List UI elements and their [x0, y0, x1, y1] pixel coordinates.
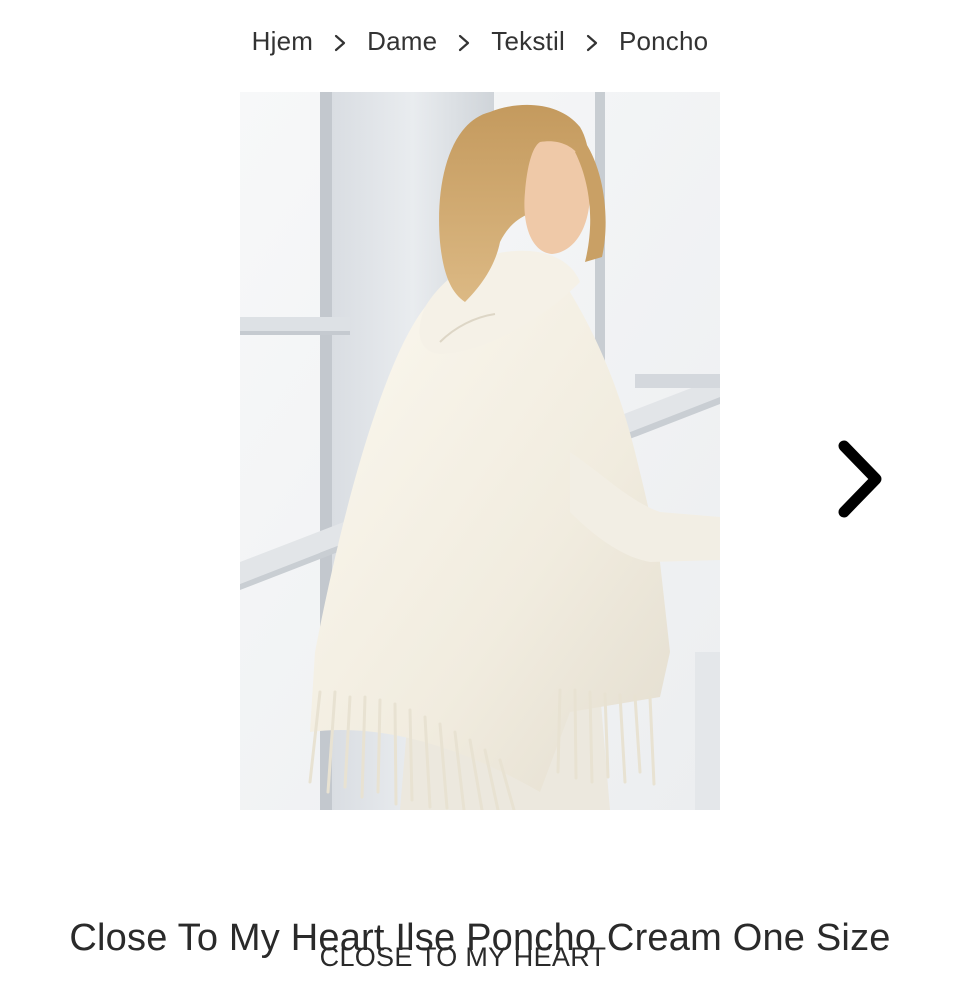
- product-image-gallery[interactable]: [240, 92, 720, 810]
- chevron-right-icon: [838, 440, 882, 518]
- breadcrumb-item-poncho[interactable]: Poncho: [619, 26, 708, 57]
- product-brand-link[interactable]: CLOSE TO MY HEART: [0, 942, 926, 973]
- breadcrumb-item-dame[interactable]: Dame: [367, 26, 437, 57]
- next-image-button[interactable]: [832, 438, 888, 520]
- product-photo[interactable]: [240, 92, 720, 810]
- breadcrumb-item-hjem[interactable]: Hjem: [252, 26, 313, 57]
- chevron-right-icon: [565, 29, 619, 55]
- breadcrumb-item-tekstil[interactable]: Tekstil: [491, 26, 565, 57]
- chevron-right-icon: [437, 29, 491, 55]
- chevron-right-icon: [313, 29, 367, 55]
- breadcrumb: Hjem Dame Tekstil Poncho: [0, 26, 960, 57]
